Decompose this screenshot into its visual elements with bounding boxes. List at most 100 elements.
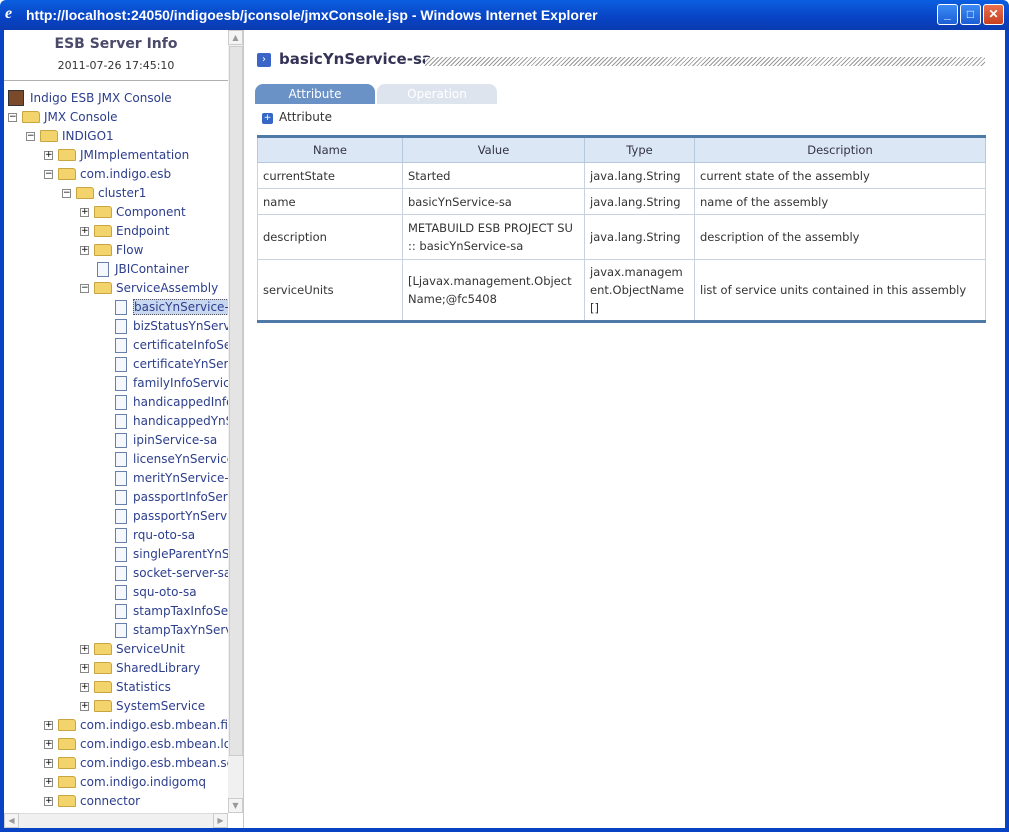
expand-icon[interactable]: +: [44, 739, 53, 749]
tree-item-label[interactable]: passportInfoServi: [133, 490, 228, 504]
tree-item[interactable]: stampTaxInfoServ: [98, 602, 228, 620]
tree-item[interactable]: + com.indigo.esb.mbean.file: [44, 716, 228, 734]
tab-operation[interactable]: Operation: [377, 84, 497, 104]
expand-icon[interactable]: +: [80, 207, 89, 217]
close-button[interactable]: ✕: [983, 4, 1004, 25]
tree-item-label[interactable]: handicappedYnSe: [133, 414, 228, 428]
collapse-icon[interactable]: −: [62, 188, 71, 198]
tree-item[interactable]: handicappedInfoS: [98, 393, 228, 411]
tree-item-label[interactable]: socket-server-sa: [133, 566, 228, 580]
tree-item-label[interactable]: handicappedInfoS: [133, 395, 228, 409]
tree-item[interactable]: − ServiceAssembly: [80, 279, 218, 297]
scroll-up-arrow-icon[interactable]: ▲: [228, 30, 243, 45]
tree-item[interactable]: − INDIGO1: [26, 127, 114, 145]
tree-item-label[interactable]: certificateInfoSer: [133, 338, 228, 352]
collapse-icon[interactable]: −: [8, 112, 17, 122]
expand-icon[interactable]: +: [80, 701, 89, 711]
tree-item[interactable]: bizStatusYnServic: [98, 317, 228, 335]
tree-item[interactable]: + com.indigo.indigomq: [44, 773, 206, 791]
expand-icon[interactable]: +: [44, 758, 53, 768]
tree-item[interactable]: stampTaxYnServic: [98, 621, 228, 639]
tree-item[interactable]: singleParentYnSe: [98, 545, 228, 563]
tree-item-label[interactable]: stampTaxYnServic: [133, 623, 228, 637]
maximize-button[interactable]: □: [960, 4, 981, 25]
tree-item[interactable]: + JMImplementation: [44, 146, 189, 164]
tree-item[interactable]: + Component: [80, 203, 186, 221]
tree-item-label[interactable]: Indigo ESB JMX Console: [30, 91, 172, 105]
tree-item-label[interactable]: SharedLibrary: [116, 661, 200, 675]
tree-item-label[interactable]: certificateYnServ: [133, 357, 228, 371]
expand-icon[interactable]: +: [80, 663, 89, 673]
tree-item-label[interactable]: basicYnService-sa: [133, 299, 228, 315]
expand-icon[interactable]: +: [80, 644, 89, 654]
tree-item[interactable]: + ServiceUnit: [80, 640, 185, 658]
plus-icon[interactable]: +: [262, 113, 273, 124]
tree-item[interactable]: JBIContainer: [80, 260, 189, 278]
tree-item-label[interactable]: com.indigo.indigomq: [80, 775, 206, 789]
expand-icon[interactable]: +: [80, 226, 89, 236]
scroll-down-arrow-icon[interactable]: ▼: [228, 798, 243, 813]
tree-item-label[interactable]: ipinService-sa: [133, 433, 217, 447]
tree-item[interactable]: + Endpoint: [80, 222, 169, 240]
tree-item-label[interactable]: passportYnServic: [133, 509, 228, 523]
expand-icon[interactable]: +: [80, 245, 89, 255]
scroll-left-arrow-icon[interactable]: ◀: [4, 813, 19, 828]
tree-item[interactable]: licenseYnService-: [98, 450, 228, 468]
tree-item-label[interactable]: squ-oto-sa: [133, 585, 197, 599]
tree-item-label[interactable]: stampTaxInfoServ: [133, 604, 228, 618]
tree-item-label[interactable]: JMX Console: [44, 110, 118, 124]
tree-item[interactable]: − com.indigo.esb: [44, 165, 171, 183]
tree-item-label[interactable]: licenseYnService-: [133, 452, 228, 466]
tree-item-label[interactable]: com.indigo.esb.mbean.log: [80, 737, 228, 751]
horizontal-scrollbar[interactable]: [4, 813, 228, 828]
tree-item[interactable]: Indigo ESB JMX Console: [8, 89, 172, 107]
tree-item[interactable]: squ-oto-sa: [98, 583, 197, 601]
tree-item-label[interactable]: singleParentYnSe: [133, 547, 228, 561]
tree-item-label[interactable]: com.indigo.esb.mbean.serv: [80, 756, 228, 770]
tree-item-label[interactable]: rqu-oto-sa: [133, 528, 195, 542]
tree-item[interactable]: handicappedYnSe: [98, 412, 228, 430]
tree-item-label[interactable]: SystemService: [116, 699, 205, 713]
tree-item-label[interactable]: Component: [116, 205, 186, 219]
expand-icon[interactable]: +: [44, 777, 53, 787]
tree-item[interactable]: + SharedLibrary: [80, 659, 200, 677]
tree-item-label[interactable]: JBIContainer: [115, 262, 189, 276]
tree-item[interactable]: certificateInfoSer: [98, 336, 228, 354]
tree-item-label[interactable]: cluster1: [98, 186, 146, 200]
vertical-scroll-thumb[interactable]: [229, 46, 243, 756]
collapse-icon[interactable]: −: [44, 169, 53, 179]
tree-item[interactable]: + connector: [44, 792, 140, 810]
tree-item-label[interactable]: ServiceUnit: [116, 642, 185, 656]
tree-item[interactable]: passportInfoServi: [98, 488, 228, 506]
tree-item-label[interactable]: Flow: [116, 243, 143, 257]
tree-item-label[interactable]: connector: [80, 794, 140, 808]
tree-item[interactable]: basicYnService-sa: [98, 298, 228, 316]
minimize-button[interactable]: _: [937, 4, 958, 25]
scroll-right-arrow-icon[interactable]: ▶: [213, 813, 228, 828]
tree-item-label[interactable]: ServiceAssembly: [116, 281, 218, 295]
tree-item[interactable]: meritYnService-sa: [98, 469, 228, 487]
tree-item-label[interactable]: com.indigo.esb.mbean.file: [80, 718, 228, 732]
tree-item[interactable]: passportYnServic: [98, 507, 228, 525]
expand-icon[interactable]: +: [80, 682, 89, 692]
tree-item[interactable]: − cluster1: [62, 184, 146, 202]
tree-item[interactable]: socket-server-sa: [98, 564, 228, 582]
tree-item-label[interactable]: INDIGO1: [62, 129, 114, 143]
tree-item[interactable]: + Flow: [80, 241, 143, 259]
tree-item[interactable]: + com.indigo.esb.mbean.serv: [44, 754, 228, 772]
tree-item[interactable]: + com.indigo.esb.mbean.log: [44, 735, 228, 753]
tab-attribute[interactable]: Attribute: [255, 84, 375, 104]
collapse-icon[interactable]: −: [80, 283, 89, 293]
tree-item[interactable]: ipinService-sa: [98, 431, 217, 449]
tree-item[interactable]: familyInfoService-: [98, 374, 228, 392]
collapse-icon[interactable]: −: [26, 131, 35, 141]
expand-icon[interactable]: +: [44, 150, 53, 160]
tree-item-label[interactable]: com.indigo.esb: [80, 167, 171, 181]
tree-item-label[interactable]: Statistics: [116, 680, 171, 694]
expand-icon[interactable]: +: [44, 796, 53, 806]
tree-item-label[interactable]: bizStatusYnServic: [133, 319, 228, 333]
tree-item[interactable]: − JMX Console: [8, 108, 118, 126]
tree-item-label[interactable]: meritYnService-sa: [133, 471, 228, 485]
tree-item-label[interactable]: JMImplementation: [80, 148, 189, 162]
tree-item[interactable]: + SystemService: [80, 697, 205, 715]
